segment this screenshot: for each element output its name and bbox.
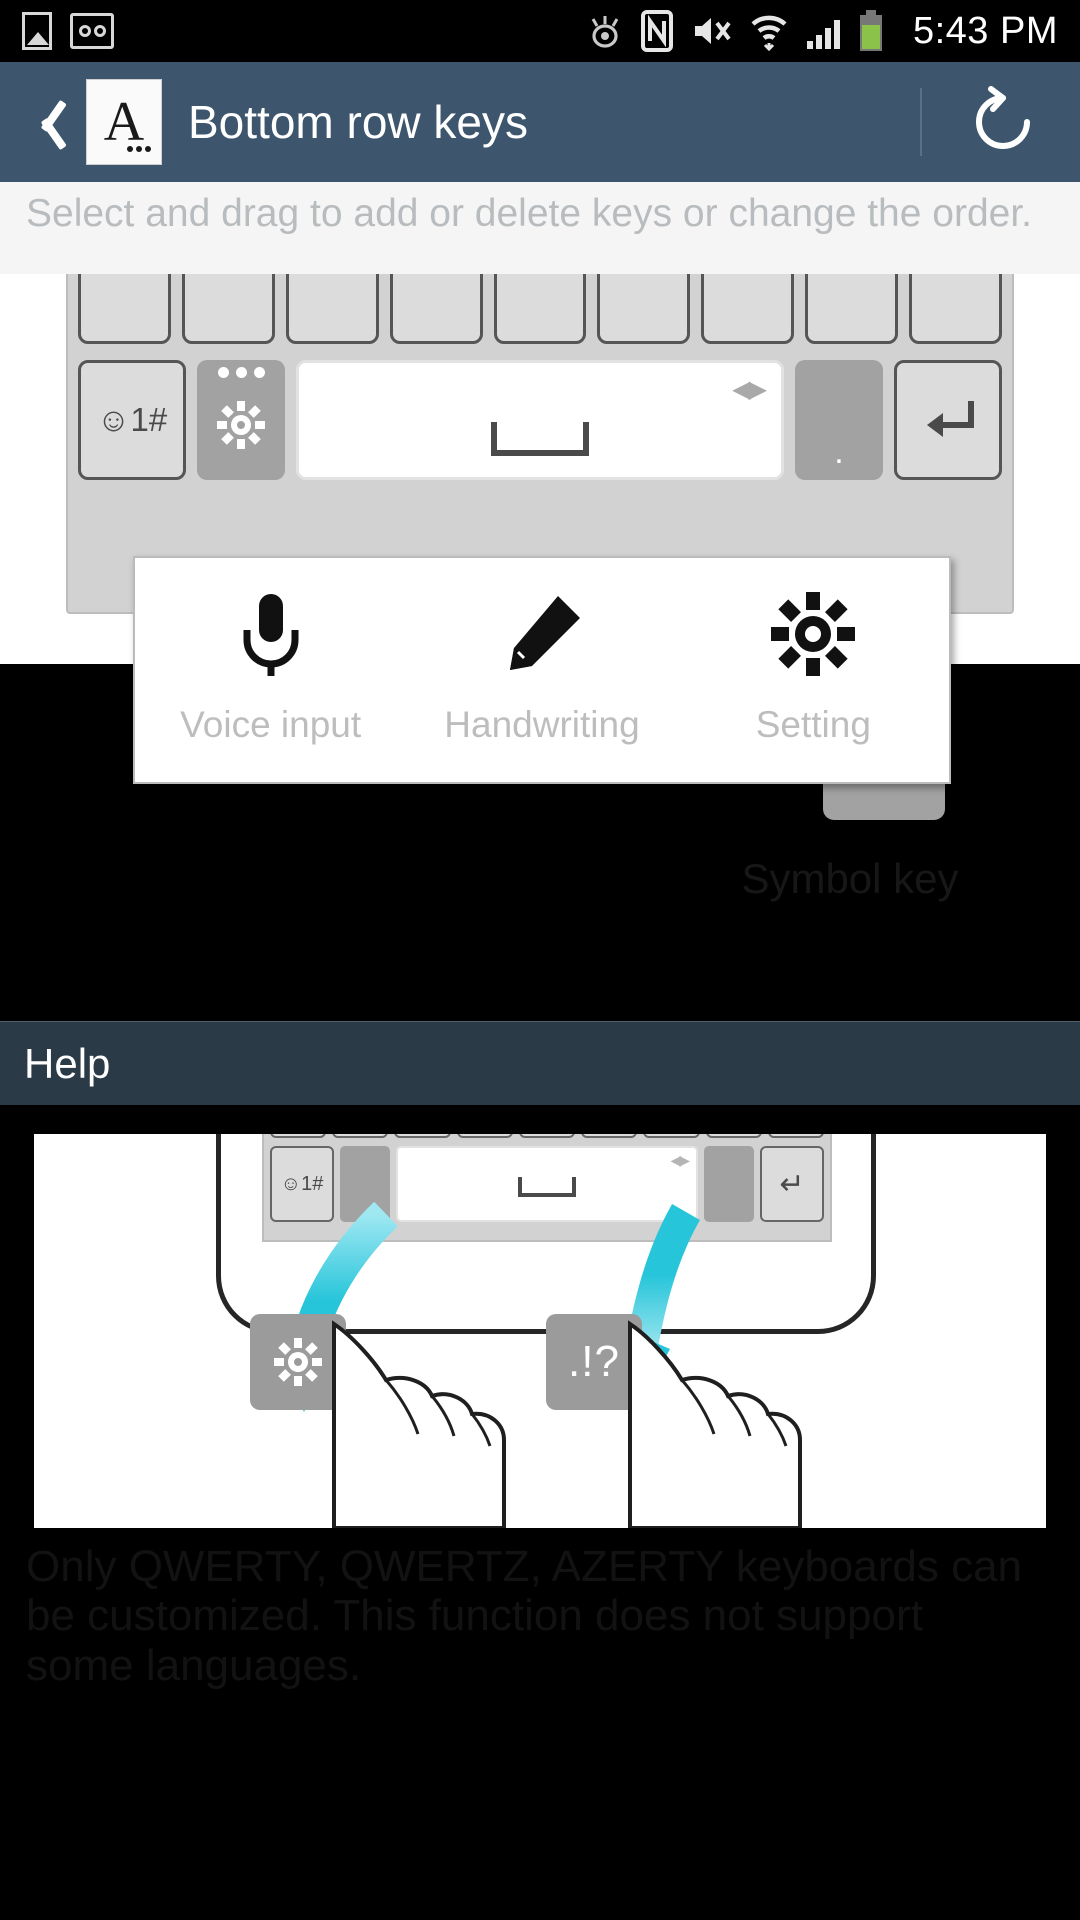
action-bar-divider [920, 88, 922, 156]
blank-key[interactable] [181, 274, 275, 344]
app-icon[interactable]: A [86, 79, 162, 165]
keyboard-row-upper [78, 274, 1003, 344]
blank-key[interactable] [285, 274, 379, 344]
popup-item-label: Voice input [180, 704, 362, 745]
emoji-symbol-key[interactable]: ☺1# [78, 360, 186, 480]
status-bar-right-icons: 5:43 PM [585, 9, 1058, 53]
help-note-text: Only QWERTY, QWERTZ, AZERTY keyboards ca… [26, 1542, 1023, 1690]
page-title: Bottom row keys [188, 96, 528, 148]
status-bar-clock: 5:43 PM [912, 9, 1058, 52]
mute-icon [694, 18, 731, 44]
battery-icon [859, 10, 882, 51]
blank-key[interactable] [597, 274, 691, 344]
key-options-popup: Voice input Handwriting Setting [133, 556, 951, 784]
status-bar-left-icons [22, 12, 114, 50]
blank-key[interactable] [701, 274, 795, 344]
popup-item-voice-input[interactable]: Voice input [135, 558, 406, 782]
space-key[interactable]: ◀▶ [296, 360, 784, 480]
wifi-icon [751, 15, 787, 51]
signal-icon [806, 20, 840, 49]
gear-icon [767, 586, 859, 682]
blank-key[interactable] [805, 274, 899, 344]
period-key[interactable]: . [795, 360, 883, 480]
keyboard-row-bottom: ☺1# ◀▶ . [78, 360, 1002, 480]
settings-key-dots [197, 367, 285, 378]
help-title: Help [24, 1039, 111, 1087]
space-key-glyph [491, 422, 589, 457]
symbol-key-label: Symbol key [741, 855, 959, 902]
instruction-text: Select and drag to add or delete keys or… [0, 182, 1080, 274]
back-button-icon[interactable] [26, 90, 72, 154]
popup-item-label: Handwriting [444, 704, 640, 745]
app-icon-dots [127, 146, 151, 152]
popup-item-setting[interactable]: Setting [678, 558, 949, 782]
nfc-icon [640, 10, 673, 52]
app-icon-letter: A [103, 91, 145, 153]
image-icon [22, 12, 52, 50]
blank-key[interactable] [78, 274, 171, 344]
popup-item-label: Setting [755, 704, 871, 745]
help-illustration: ☺1# ◀▶ ↵ .!? [34, 1134, 1046, 1528]
enter-icon [927, 401, 974, 437]
reset-icon[interactable] [966, 85, 1040, 159]
smart-stay-eye-icon [591, 16, 619, 48]
popup-item-handwriting[interactable]: Handwriting [406, 558, 677, 782]
gear-icon [217, 400, 265, 449]
voicemail-icon [70, 13, 114, 49]
settings-key[interactable] [197, 360, 285, 480]
microphone-icon [233, 586, 309, 682]
cursor-arrows-icon: ◀▶ [732, 376, 767, 403]
status-bar: 5:43 PM [0, 0, 1080, 62]
action-bar: A Bottom row keys [0, 62, 1080, 182]
pointing-hands-graphic [332, 1320, 802, 1528]
help-section-header: Help [0, 1021, 1080, 1105]
blank-key[interactable] [909, 274, 1003, 344]
blank-key[interactable] [389, 274, 483, 344]
enter-key[interactable] [894, 360, 1002, 480]
blank-key[interactable] [493, 274, 587, 344]
pencil-icon [496, 586, 588, 682]
